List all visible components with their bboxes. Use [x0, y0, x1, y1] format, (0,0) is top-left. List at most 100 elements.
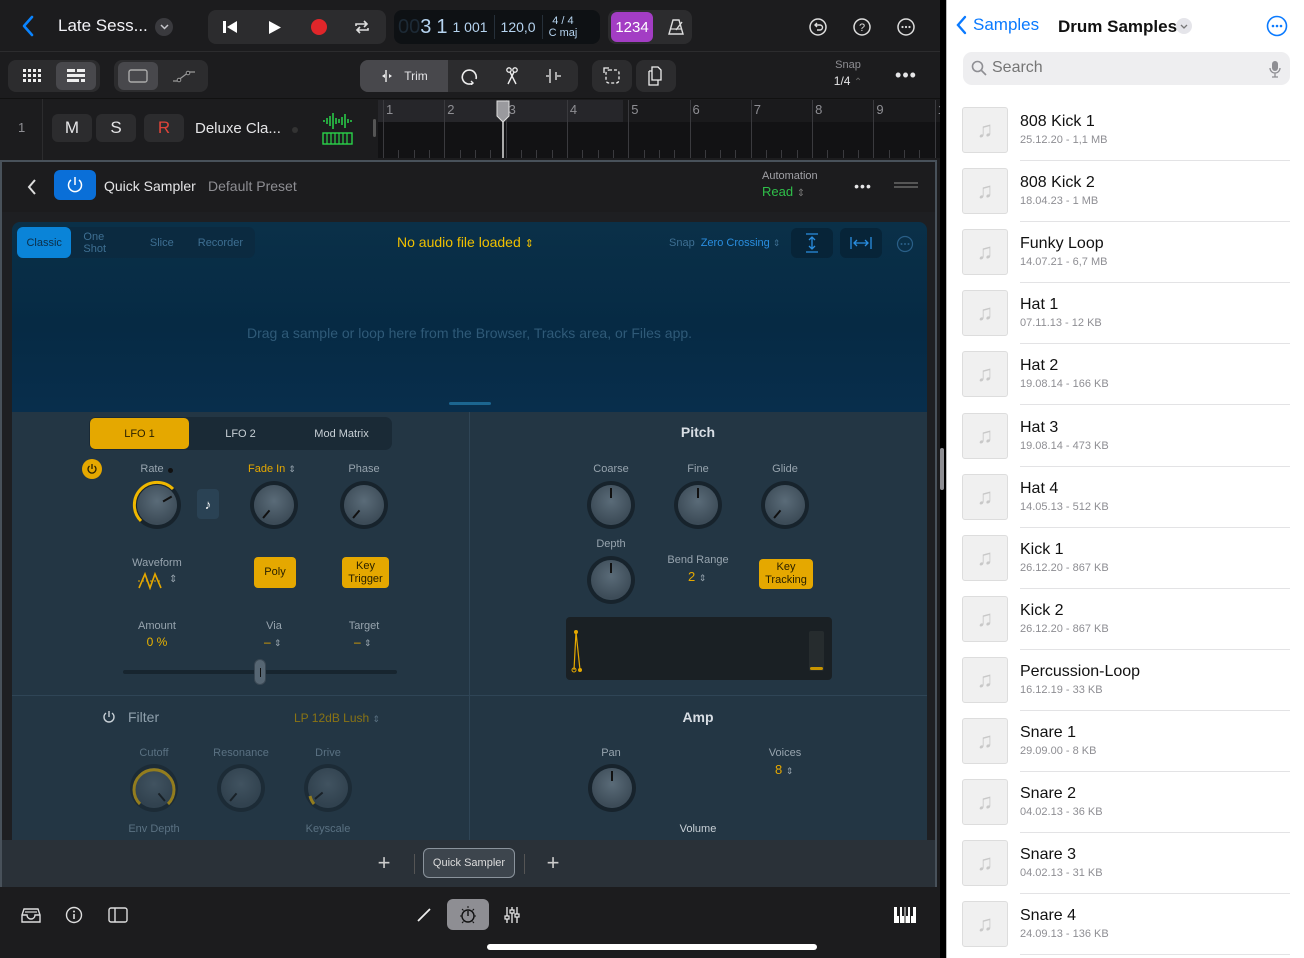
back-button[interactable] — [16, 12, 40, 40]
inspector-button[interactable] — [62, 903, 86, 927]
file-item[interactable]: ♫ Hat 1 07.11.13 - 12 KB — [962, 283, 1290, 345]
pitch-envelope-display[interactable] — [566, 617, 832, 680]
mode-tab-classic[interactable]: Classic — [17, 227, 72, 258]
coarse-knob[interactable] — [591, 485, 631, 525]
snap-selector[interactable]: Snap Zero Crossing ⇕ — [669, 237, 780, 249]
amount-slider-thumb[interactable] — [254, 659, 266, 685]
bend-range-selector[interactable]: 2 ⇕ — [688, 569, 706, 584]
project-title[interactable]: Late Sess... — [58, 16, 148, 36]
vertical-zoom-button[interactable] — [791, 228, 833, 258]
project-menu-button[interactable] — [155, 18, 173, 36]
file-item[interactable]: ♫ Hat 2 19.08.14 - 166 KB — [962, 344, 1290, 406]
add-plugin-before-button[interactable]: + — [374, 850, 394, 875]
timeline-ruler[interactable]: 1234567891 — [378, 100, 940, 158]
resonance-knob[interactable] — [221, 768, 261, 808]
select-button[interactable] — [592, 60, 632, 92]
filter-type-selector[interactable]: LP 12dB Lush ⇕ — [294, 711, 380, 725]
help-button[interactable]: ? — [850, 15, 874, 39]
files-back-button[interactable]: Samples — [955, 15, 1039, 35]
mute-button[interactable]: M — [52, 114, 92, 142]
metronome-button[interactable] — [664, 15, 688, 39]
key-trigger-button[interactable]: Key Trigger — [342, 557, 389, 588]
automation-button[interactable] — [164, 62, 204, 90]
tracks-view-button[interactable] — [56, 62, 96, 90]
audio-file-selector[interactable]: No audio file loaded ⇕ — [397, 234, 534, 250]
key-tracking-button[interactable]: Key Tracking — [759, 559, 813, 589]
file-item[interactable]: ♫ Funky Loop 14.07.21 - 6,7 MB — [962, 222, 1290, 284]
rate-knob[interactable] — [132, 480, 177, 525]
plugin-back-button[interactable] — [22, 175, 42, 199]
waveform-selector[interactable]: ⇕ — [137, 571, 177, 595]
plugin-power-button[interactable] — [54, 170, 96, 200]
editor-toggle-button[interactable] — [118, 62, 158, 90]
trim-tool-button[interactable]: Trim — [360, 60, 448, 92]
file-item[interactable]: ♫ Hat 3 19.08.14 - 473 KB — [962, 406, 1290, 467]
rate-sync-button[interactable]: ♪ — [197, 489, 219, 519]
microphone-icon[interactable] — [1269, 60, 1281, 78]
toolbar-more-button[interactable]: ••• — [892, 64, 920, 86]
join-tool-button[interactable] — [534, 62, 574, 90]
plugin-chain-slot[interactable]: Quick Sampler — [423, 848, 515, 878]
phase-knob[interactable] — [344, 485, 384, 525]
file-item[interactable]: ♫ Snare 2 04.02.13 - 36 KB — [962, 772, 1290, 834]
browser-button[interactable] — [18, 903, 44, 927]
live-loops-view-button[interactable] — [12, 62, 52, 90]
via-selector[interactable]: – ⇕ — [264, 635, 282, 649]
more-button[interactable] — [894, 15, 918, 39]
target-selector[interactable]: – ⇕ — [354, 635, 372, 649]
play-button[interactable] — [263, 15, 287, 39]
mod-tab-mod-matrix[interactable]: Mod Matrix — [292, 417, 391, 450]
track-settings-button[interactable] — [106, 903, 130, 927]
count-in-button[interactable]: 1234 — [611, 12, 653, 42]
resize-handle[interactable] — [449, 402, 491, 405]
fade-in-knob[interactable] — [254, 485, 294, 525]
lfo-power-button[interactable] — [82, 459, 102, 479]
voices-selector[interactable]: 8 ⇕ — [775, 762, 793, 777]
fade-in-selector[interactable]: Fade In ⇕ — [248, 463, 296, 475]
undo-button[interactable] — [806, 15, 830, 39]
sample-drop-area[interactable]: Classic One Shot Slice Recorder No audio fi… — [12, 222, 927, 412]
plugins-button[interactable] — [447, 899, 489, 930]
mod-tab-lfo-2[interactable]: LFO 2 — [191, 417, 290, 450]
file-item[interactable]: ♫ Hat 4 14.05.13 - 512 KB — [962, 467, 1290, 528]
cycle-button[interactable] — [350, 15, 374, 39]
add-plugin-after-button[interactable]: + — [543, 850, 563, 875]
split-view-handle[interactable] — [940, 448, 944, 490]
editors-button[interactable] — [412, 903, 436, 927]
file-item[interactable]: ♫ Snare 3 04.02.13 - 31 KB — [962, 833, 1290, 895]
file-item[interactable]: ♫ Percussion-Loop 16.12.19 - 33 KB — [962, 650, 1290, 711]
plugin-more-button[interactable]: ••• — [850, 176, 876, 196]
file-item[interactable]: ♫ Snare 1 29.09.00 - 8 KB — [962, 711, 1290, 772]
record-enable-button[interactable]: R — [144, 114, 184, 142]
mod-tab-lfo-1[interactable]: LFO 1 — [90, 418, 189, 449]
files-more-button[interactable] — [1266, 15, 1288, 37]
file-item[interactable]: ♫ 808 Kick 2 18.04.23 - 1 MB — [962, 161, 1290, 223]
sampler-more-button[interactable] — [894, 233, 916, 255]
file-item[interactable]: ♫ Snare 4 24.09.13 - 136 KB — [962, 894, 1290, 956]
mixer-button[interactable] — [500, 903, 524, 927]
poly-button[interactable]: Poly — [254, 557, 296, 588]
glide-knob[interactable] — [765, 485, 805, 525]
pan-knob[interactable] — [592, 768, 632, 808]
filter-power-button[interactable] — [100, 708, 118, 726]
depth-knob[interactable] — [591, 560, 631, 600]
mode-tab-slice[interactable]: Slice — [138, 227, 186, 258]
search-input[interactable] — [992, 57, 1252, 79]
go-to-start-button[interactable] — [218, 15, 242, 39]
horizontal-zoom-button[interactable] — [840, 228, 882, 258]
fine-knob[interactable] — [678, 485, 718, 525]
split-tool-button[interactable] — [492, 62, 532, 90]
snap-control[interactable]: Snap 1/4 ⌃ — [830, 59, 866, 88]
copy-button[interactable] — [636, 60, 676, 92]
file-item[interactable]: ♫ Kick 2 26.12.20 - 867 KB — [962, 589, 1290, 650]
lcd-display[interactable]: 00 3 1 1 001 120,0 4 / 4 C maj — [394, 10, 600, 44]
record-button[interactable] — [307, 15, 331, 39]
file-item[interactable]: ♫ 808 Kick 1 25.12.20 - 1,1 MB — [962, 100, 1290, 161]
preset-name[interactable]: Default Preset — [208, 178, 297, 194]
cutoff-knob[interactable] — [132, 768, 176, 808]
folder-menu-button[interactable] — [1176, 18, 1192, 34]
keyboard-button[interactable] — [892, 903, 918, 927]
mode-tab-recorder[interactable]: Recorder — [186, 227, 255, 258]
solo-button[interactable]: S — [96, 114, 136, 142]
track-resize-handle[interactable] — [373, 119, 376, 137]
